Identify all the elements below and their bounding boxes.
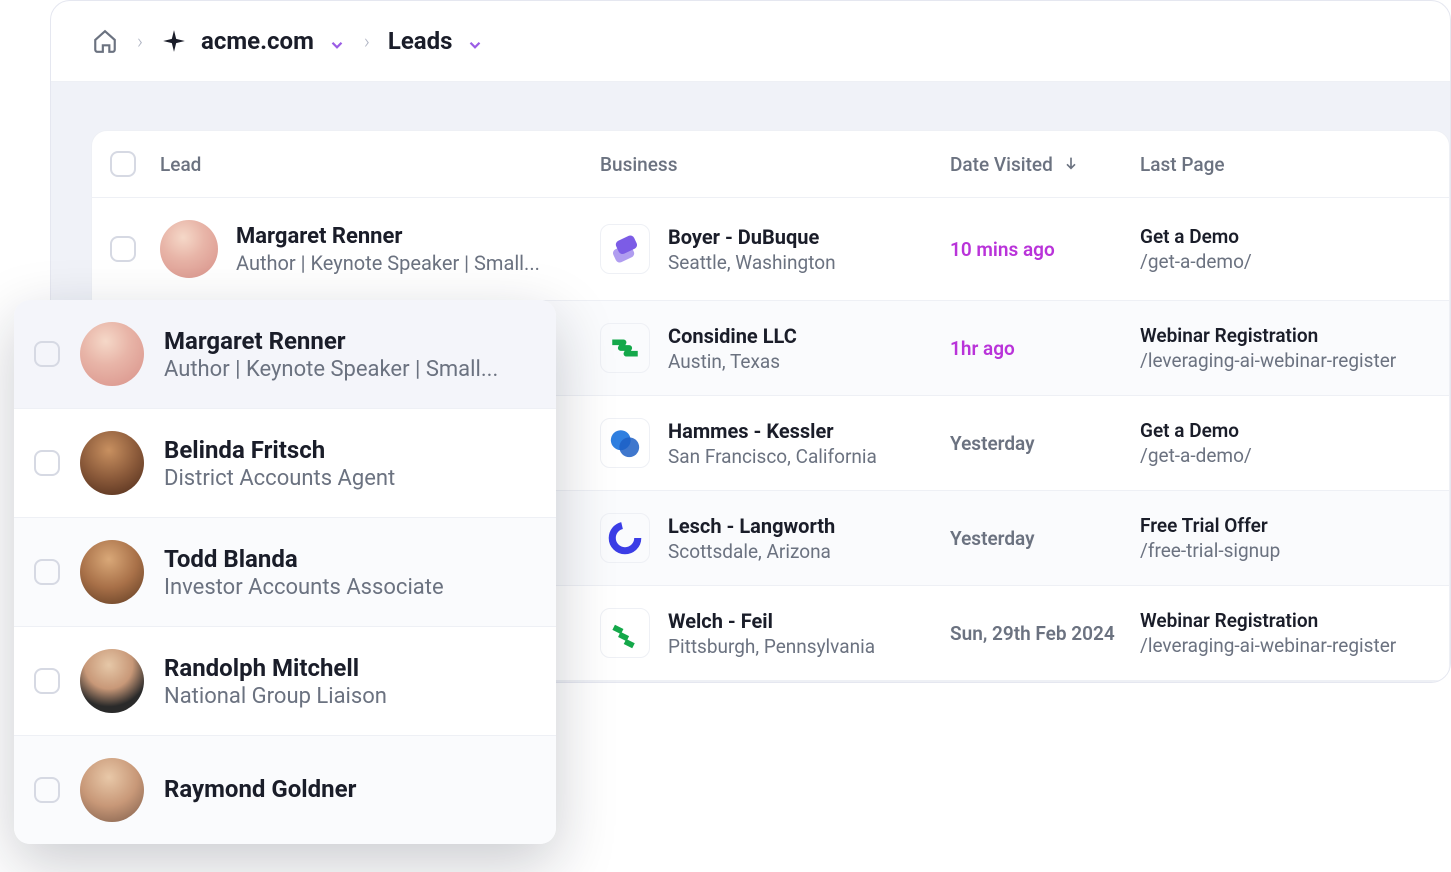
avatar	[80, 322, 144, 386]
list-item[interactable]: Margaret Renner Author | Keynote Speaker…	[14, 300, 556, 409]
chevron-down-icon	[466, 32, 484, 50]
breadcrumb: › acme.com › Leads	[51, 1, 1450, 82]
row-checkbox[interactable]	[34, 668, 60, 694]
business-location: Scottsdale, Arizona	[668, 540, 835, 563]
list-item[interactable]: Todd Blanda Investor Accounts Associate	[14, 518, 556, 627]
breadcrumb-section-label: Leads	[388, 27, 453, 55]
business-name: Considine LLC	[668, 324, 797, 348]
last-page-path: /get-a-demo/	[1140, 444, 1431, 467]
avatar	[80, 758, 144, 822]
list-item[interactable]: Raymond Goldner	[14, 736, 556, 844]
lead-title: District Accounts Agent	[164, 466, 536, 491]
lead-name: Belinda Fritsch	[164, 436, 536, 464]
breadcrumb-site-label: acme.com	[201, 27, 314, 55]
lead-title: National Group Liaison	[164, 684, 536, 709]
avatar	[80, 649, 144, 713]
column-business[interactable]: Business	[600, 153, 950, 176]
business-logo	[600, 323, 650, 373]
leads-overlay-panel: Margaret Renner Author | Keynote Speaker…	[14, 300, 556, 844]
avatar	[160, 220, 218, 278]
avatar	[80, 540, 144, 604]
column-date[interactable]: Date Visited	[950, 153, 1140, 176]
breadcrumb-section[interactable]: Leads	[388, 27, 485, 55]
home-icon[interactable]	[91, 27, 119, 55]
business-name: Welch - Feil	[668, 609, 875, 633]
business-logo	[600, 608, 650, 658]
business-location: Seattle, Washington	[668, 251, 836, 274]
sparkle-icon	[161, 28, 187, 54]
lead-name: Randolph Mitchell	[164, 654, 536, 682]
last-page-path: /leveraging-ai-webinar-register	[1140, 634, 1431, 657]
last-page-title: Get a Demo	[1140, 225, 1431, 248]
column-last-page[interactable]: Last Page	[1140, 153, 1431, 176]
business-name: Lesch - Langworth	[668, 514, 835, 538]
table-row[interactable]: Margaret Renner Author | Keynote Speaker…	[92, 198, 1449, 301]
date-visited: 1hr ago	[950, 337, 1140, 360]
lead-title: Investor Accounts Associate	[164, 575, 536, 600]
arrow-down-icon	[1063, 153, 1079, 176]
last-page-title: Free Trial Offer	[1140, 514, 1431, 537]
chevron-right-icon: ›	[364, 29, 370, 53]
row-checkbox[interactable]	[34, 450, 60, 476]
date-visited: 10 mins ago	[950, 238, 1140, 261]
list-item[interactable]: Randolph Mitchell National Group Liaison	[14, 627, 556, 736]
last-page-path: /free-trial-signup	[1140, 539, 1431, 562]
date-visited: Yesterday	[950, 432, 1140, 455]
lead-name: Margaret Renner	[236, 224, 540, 249]
last-page-path: /leveraging-ai-webinar-register	[1140, 349, 1431, 372]
business-logo	[600, 418, 650, 468]
chevron-right-icon: ›	[137, 29, 143, 53]
row-checkbox[interactable]	[34, 341, 60, 367]
table-header: Lead Business Date Visited Last Page	[92, 131, 1449, 198]
row-checkbox[interactable]	[34, 559, 60, 585]
last-page-title: Webinar Registration	[1140, 324, 1431, 347]
business-location: Austin, Texas	[668, 350, 797, 373]
row-checkbox[interactable]	[34, 777, 60, 803]
breadcrumb-site[interactable]: acme.com	[161, 27, 346, 55]
business-logo	[600, 513, 650, 563]
lead-title: Author | Keynote Speaker | Small...	[236, 251, 540, 275]
business-location: Pittsburgh, Pennsylvania	[668, 635, 875, 658]
business-logo	[600, 224, 650, 274]
business-name: Boyer - DuBuque	[668, 225, 836, 249]
lead-name: Raymond Goldner	[164, 775, 536, 803]
lead-title: Author | Keynote Speaker | Small...	[164, 357, 536, 382]
column-lead[interactable]: Lead	[160, 153, 600, 176]
lead-name: Margaret Renner	[164, 327, 536, 355]
last-page-path: /get-a-demo/	[1140, 250, 1431, 273]
date-visited: Sun, 29th Feb 2024	[950, 622, 1140, 645]
date-visited: Yesterday	[950, 527, 1140, 550]
avatar	[80, 431, 144, 495]
lead-name: Todd Blanda	[164, 545, 536, 573]
business-location: San Francisco, California	[668, 445, 877, 468]
business-name: Hammes - Kessler	[668, 419, 877, 443]
select-all-checkbox[interactable]	[110, 151, 136, 177]
chevron-down-icon	[328, 32, 346, 50]
last-page-title: Webinar Registration	[1140, 609, 1431, 632]
list-item[interactable]: Belinda Fritsch District Accounts Agent	[14, 409, 556, 518]
last-page-title: Get a Demo	[1140, 419, 1431, 442]
row-checkbox[interactable]	[110, 236, 136, 262]
